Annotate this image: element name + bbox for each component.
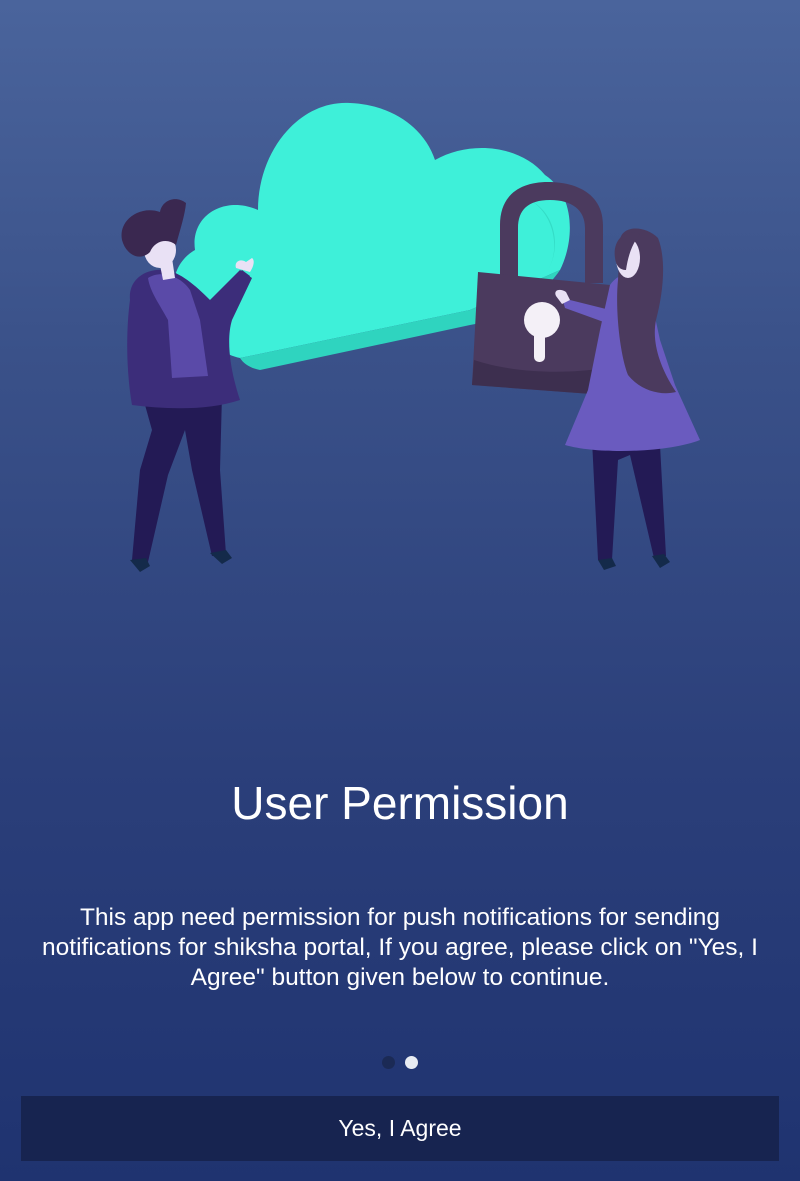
person-woman (555, 228, 700, 570)
page-title: User Permission (231, 777, 569, 829)
permission-description: This app need permission for push notifi… (42, 904, 758, 991)
page-indicator (0, 1056, 800, 1070)
page-dot-2-active[interactable] (405, 1056, 418, 1069)
permission-illustration (0, 0, 800, 620)
yes-agree-button[interactable]: Yes, I Agree (21, 1096, 779, 1161)
page-dot-1[interactable] (382, 1056, 395, 1069)
